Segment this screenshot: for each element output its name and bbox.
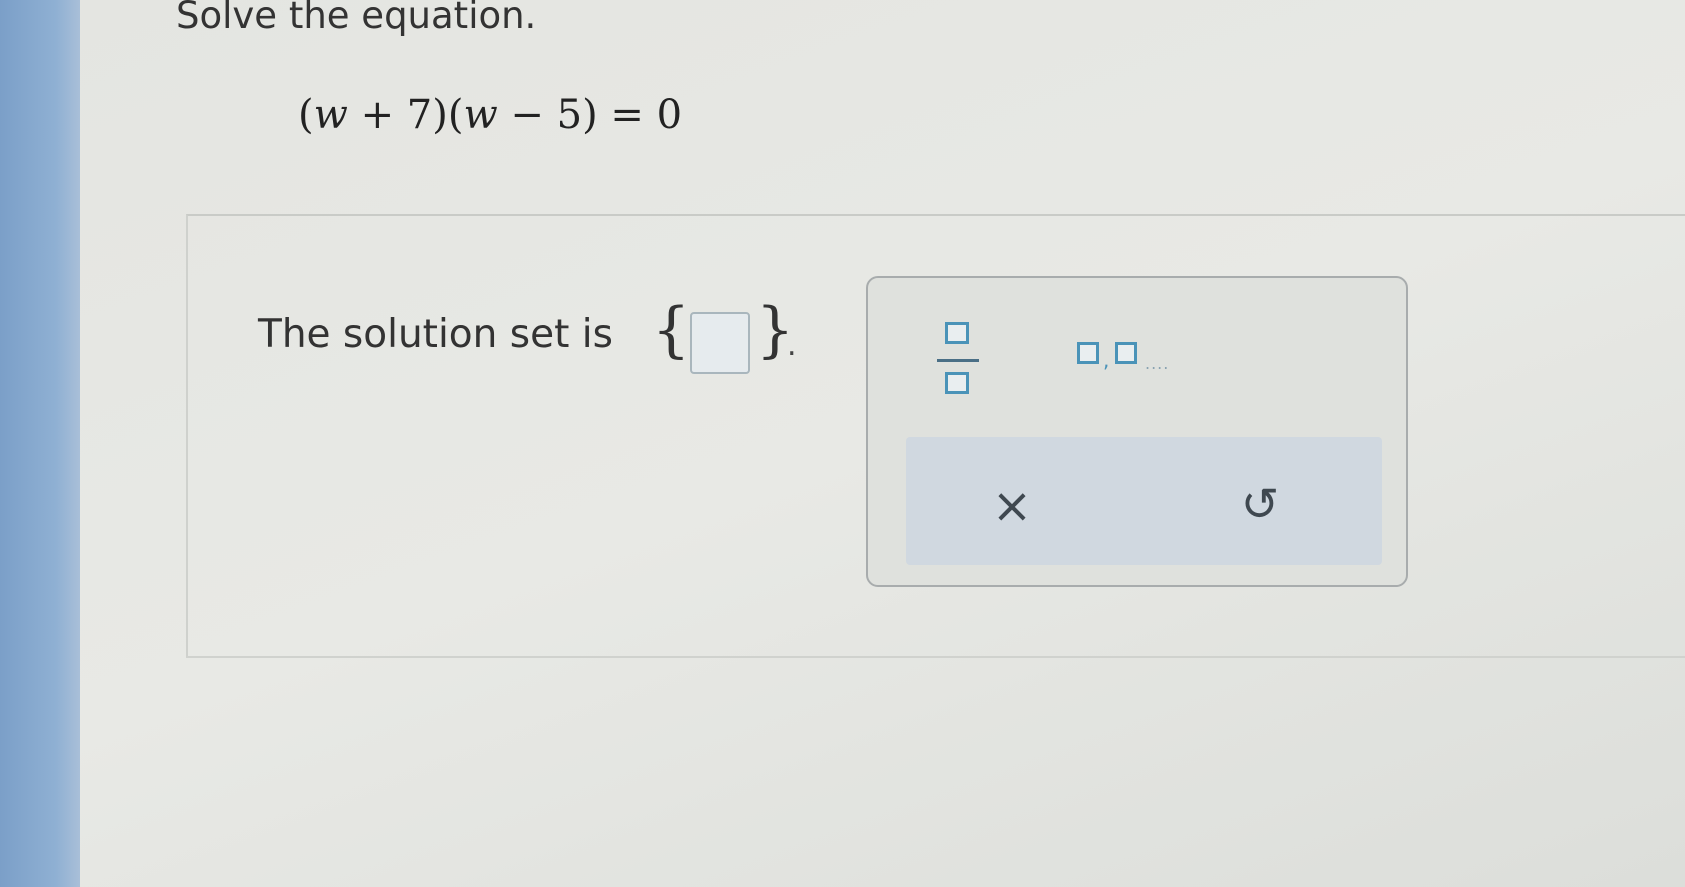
question-title: Solve the equation. [176, 0, 537, 37]
undo-button[interactable]: ↺ [1232, 476, 1288, 532]
list-comma: , [1103, 348, 1110, 372]
fraction-bar-icon [937, 359, 979, 362]
palette-action-bar [906, 437, 1382, 565]
solution-set-label: The solution set is [258, 312, 613, 357]
left-sidebar-strip [0, 0, 80, 887]
list-entry-button[interactable]: , .... [1077, 342, 1187, 374]
clear-button[interactable]: × [986, 480, 1038, 532]
list-ellipsis: .... [1145, 354, 1170, 373]
equation: (w + 7)(w − 5) = 0 [298, 92, 682, 138]
fraction-numerator-icon [945, 322, 969, 344]
list-box-icon-1 [1077, 342, 1099, 364]
trailing-period: . [787, 328, 797, 363]
equation-open-paren: ( [298, 92, 314, 138]
open-brace: { [652, 295, 691, 365]
equation-variable-2: w [463, 92, 498, 138]
equation-part-2: − 5) = 0 [497, 92, 683, 138]
equation-variable-1: w [313, 92, 348, 138]
fraction-button[interactable] [935, 322, 981, 402]
equation-part-1: + 7)( [347, 92, 464, 138]
fraction-denominator-icon [945, 372, 969, 394]
list-box-icon-2 [1115, 342, 1137, 364]
solution-input-box[interactable] [690, 312, 750, 374]
